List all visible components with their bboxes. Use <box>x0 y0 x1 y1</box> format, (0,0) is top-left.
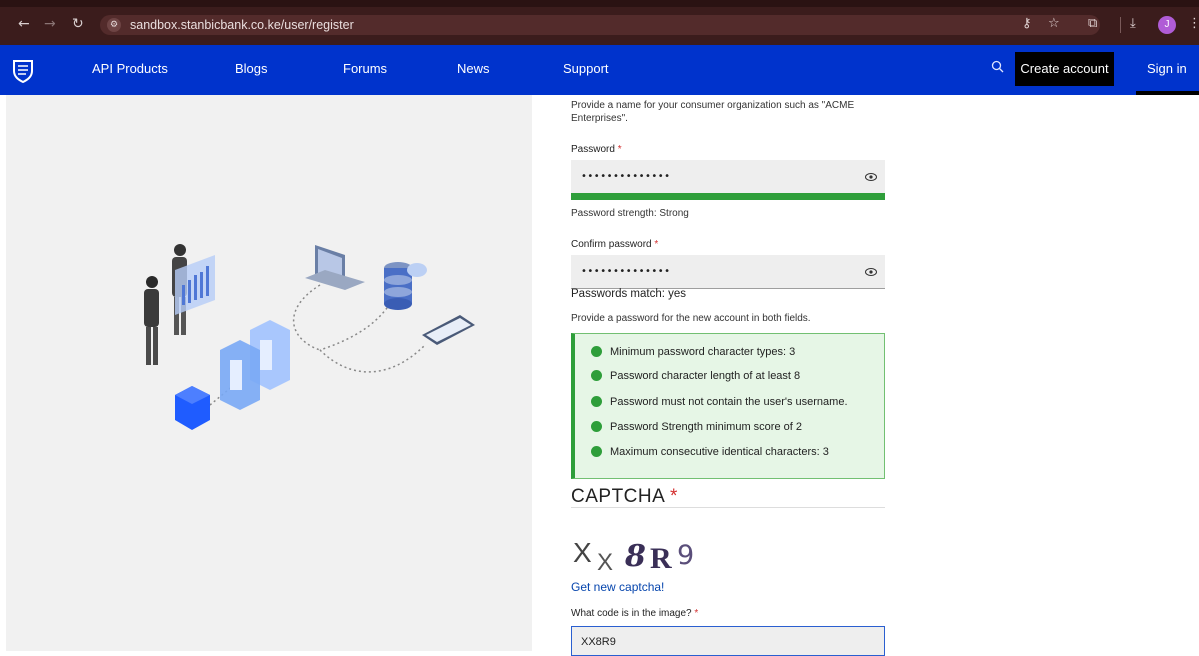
password-strength-text: Password strength: Strong <box>571 208 689 219</box>
site-info-icon[interactable]: ⚙ <box>107 18 121 32</box>
api-illustration <box>144 244 475 430</box>
password-label: Password * <box>571 143 622 156</box>
menu-icon[interactable]: ⋮ <box>1188 16 1199 32</box>
required-marker: * <box>654 239 659 250</box>
reload-icon[interactable]: ↻ <box>72 17 84 31</box>
sign-in-link[interactable]: Sign in <box>1147 61 1187 77</box>
password-help-text: Provide a password for the new account i… <box>571 313 811 324</box>
nav-news[interactable]: News <box>457 61 490 77</box>
required-marker: * <box>670 486 678 507</box>
captcha-image: X X 8 R 9 <box>573 537 694 576</box>
confirm-password-label: Confirm password * <box>571 238 658 251</box>
browser-tab-strip <box>0 0 1199 7</box>
profile-avatar[interactable]: J <box>1158 16 1176 34</box>
captcha-title-text: CAPTCHA <box>571 486 665 507</box>
password-key-icon[interactable]: ⚷ <box>1022 16 1032 32</box>
requirement-text: Minimum password character types: 3 <box>610 346 796 358</box>
password-requirements-box: Minimum password character types: 3 Pass… <box>571 333 885 479</box>
check-icon <box>591 446 602 457</box>
extensions-icon[interactable]: ⧉ <box>1088 16 1097 32</box>
captcha-divider <box>571 507 885 508</box>
captcha-char: 8 <box>624 539 646 574</box>
eye-icon[interactable] <box>865 266 877 278</box>
captcha-char: 9 <box>677 540 694 571</box>
eye-icon[interactable] <box>865 171 877 183</box>
passwords-match-text: Passwords match: yes <box>571 288 687 300</box>
nav-forums[interactable]: Forums <box>343 61 387 77</box>
requirement-text: Password Strength minimum score of 2 <box>610 421 802 433</box>
captcha-code-value: XX8R9 <box>581 636 616 648</box>
password-label-text: Password <box>571 144 615 155</box>
nav-blogs[interactable]: Blogs <box>235 61 268 77</box>
check-icon <box>591 370 602 381</box>
nav-api-products[interactable]: API Products <box>92 61 168 77</box>
requirement-text: Password character length of at least 8 <box>610 370 801 382</box>
download-icon[interactable]: ⤓ <box>1130 16 1136 32</box>
captcha-char: X <box>597 549 613 576</box>
password-input[interactable]: •••••••••••••• <box>571 160 885 194</box>
back-icon[interactable]: ← <box>18 17 30 31</box>
check-icon <box>591 396 602 407</box>
star-icon[interactable]: ☆ <box>1048 16 1060 32</box>
create-account-button[interactable]: Create account <box>1015 52 1114 86</box>
password-strength-bar <box>571 193 885 200</box>
forward-icon[interactable]: → <box>44 17 56 31</box>
search-icon[interactable] <box>990 59 1006 75</box>
sign-in-underline <box>1136 91 1199 95</box>
captcha-code-label: What code is in the image? * <box>571 607 698 620</box>
stanbic-logo[interactable] <box>12 59 34 83</box>
requirement-text: Password must not contain the user's use… <box>610 396 848 408</box>
org-help-text: Provide a name for your consumer organiz… <box>571 100 855 124</box>
confirm-label-text: Confirm password <box>571 239 652 250</box>
nav-support[interactable]: Support <box>563 61 609 77</box>
code-label-text: What code is in the image? <box>571 608 692 619</box>
password-value: •••••••••••••• <box>581 171 671 182</box>
captcha-code-input[interactable]: XX8R9 <box>571 626 885 656</box>
required-marker: * <box>617 144 622 155</box>
check-icon <box>591 421 602 432</box>
confirm-password-input[interactable]: •••••••••••••• <box>571 255 885 289</box>
captcha-char: R <box>650 542 672 575</box>
requirement-text: Maximum consecutive identical characters… <box>610 446 829 458</box>
confirm-password-value: •••••••••••••• <box>581 266 671 277</box>
check-icon <box>591 346 602 357</box>
url-text[interactable]: sandbox.stanbicbank.co.ke/user/register <box>130 17 354 33</box>
captcha-heading: CAPTCHA * <box>571 486 678 508</box>
required-marker: * <box>694 608 699 619</box>
new-captcha-link[interactable]: Get new captcha! <box>571 580 664 594</box>
captcha-char: X <box>573 537 592 568</box>
toolbar-separator <box>1120 17 1121 33</box>
